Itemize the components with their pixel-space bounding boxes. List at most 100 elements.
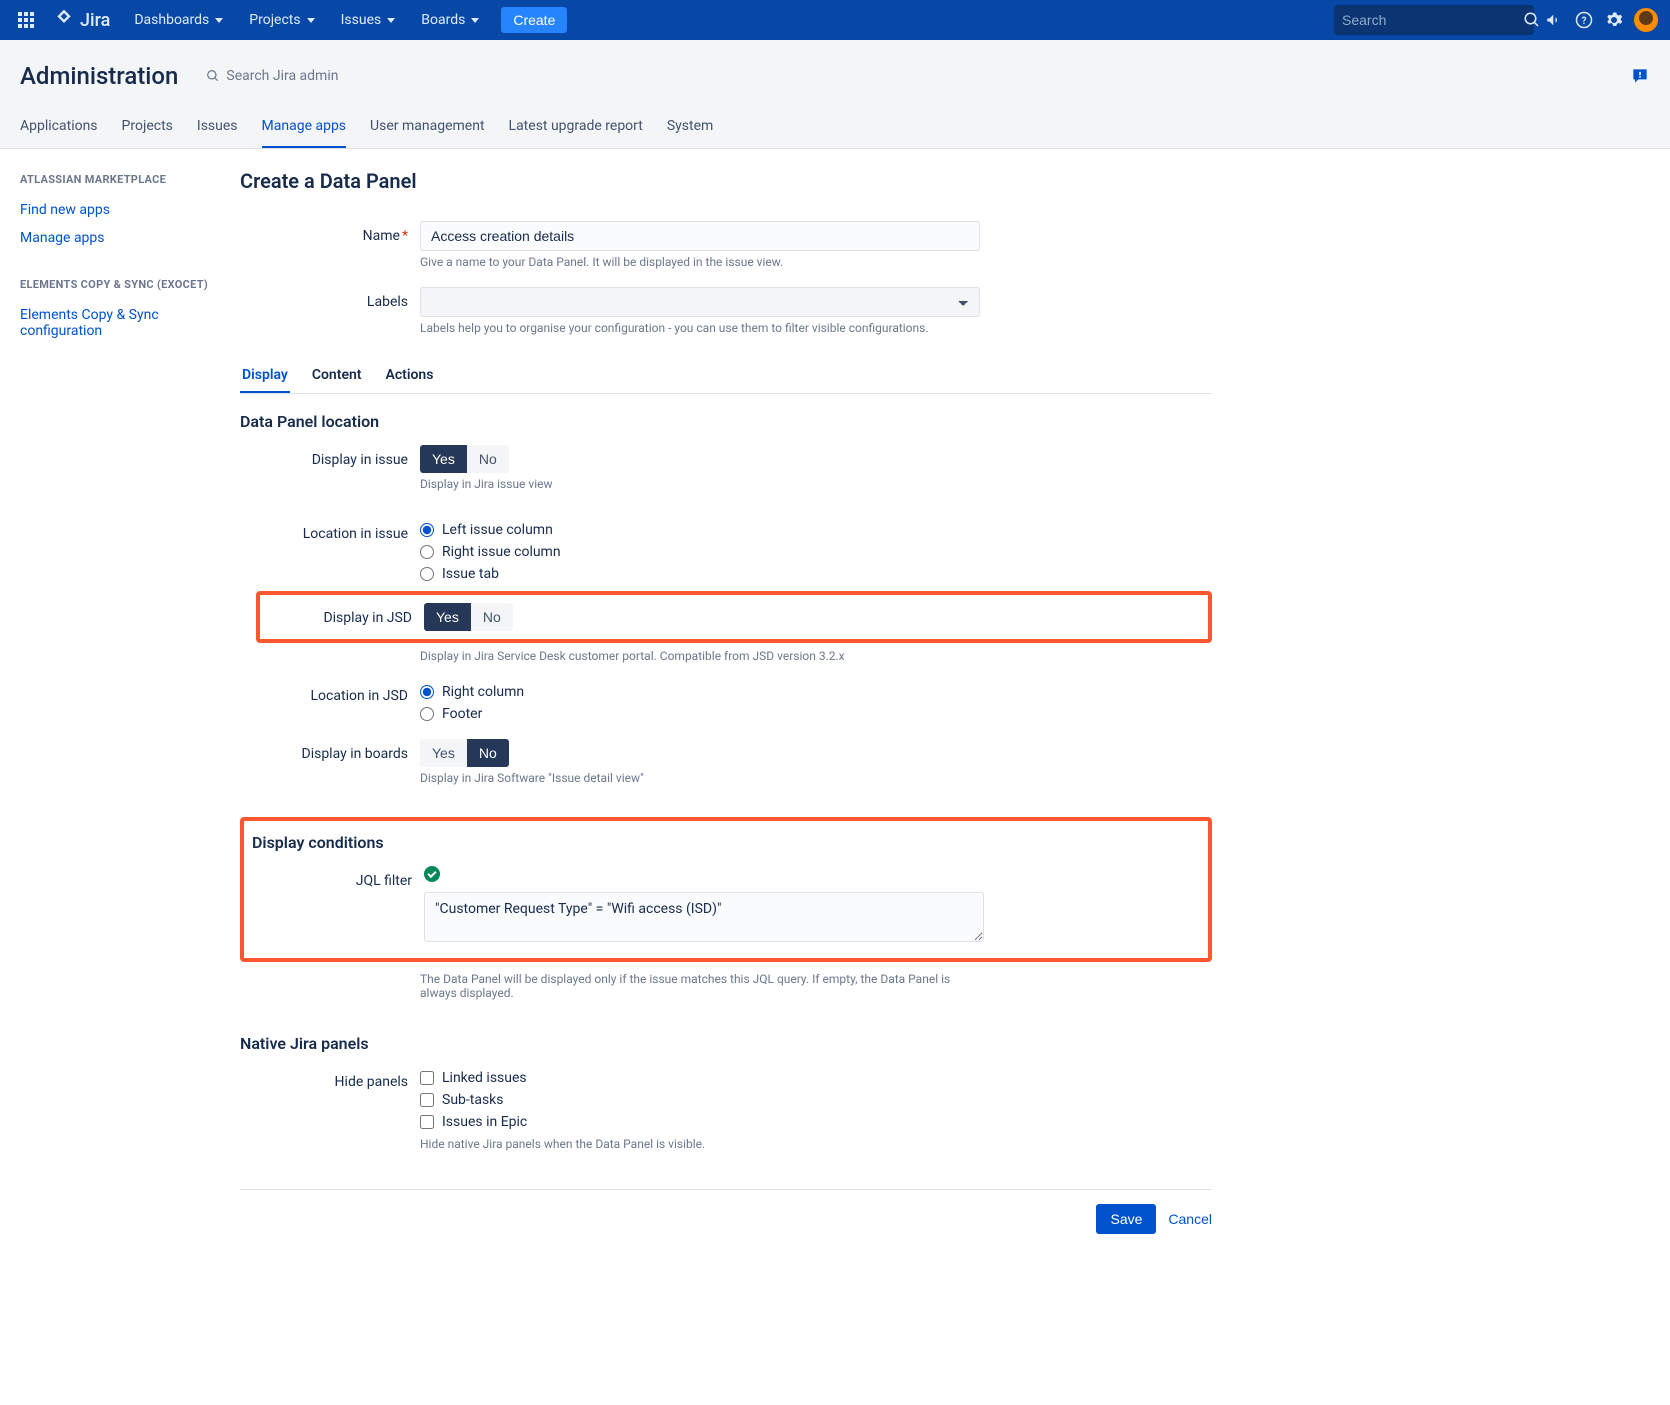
radio-label: Issue tab: [442, 566, 499, 582]
content: Create a Data Panel Name Give a name to …: [240, 149, 1240, 1354]
sidebar: ATLASSIAN MARKETPLACE Find new apps Mana…: [0, 149, 240, 1354]
radio-jsd-right[interactable]: [420, 685, 434, 699]
tab-applications[interactable]: Applications: [20, 118, 98, 148]
location-heading: Data Panel location: [240, 412, 1212, 431]
tab-issues[interactable]: Issues: [197, 118, 238, 148]
check-linked-issues[interactable]: [420, 1071, 434, 1085]
check-label: Linked issues: [442, 1070, 527, 1086]
labels-select[interactable]: [420, 287, 980, 317]
page-title: Create a Data Panel: [240, 169, 1212, 193]
display-in-boards-no[interactable]: No: [467, 739, 509, 767]
display-in-jsd-help: Display in Jira Service Desk customer po…: [420, 649, 980, 663]
display-in-issue-no[interactable]: No: [467, 445, 509, 473]
nav-projects[interactable]: Projects: [239, 0, 324, 40]
radio-jsd-footer[interactable]: [420, 707, 434, 721]
sidebar-heading-exocet: ELEMENTS COPY & SYNC (EXOCET): [20, 278, 220, 291]
name-input[interactable]: [420, 221, 980, 251]
sidebar-item-manage-apps[interactable]: Manage apps: [20, 224, 220, 252]
labels-help: Labels help you to organise your configu…: [420, 321, 980, 335]
admin-title: Administration: [20, 62, 178, 90]
radio-issue-tab[interactable]: [420, 567, 434, 581]
admin-tabs: Applications Projects Issues Manage apps…: [20, 118, 1650, 148]
nav-label: Boards: [421, 12, 465, 28]
user-avatar[interactable]: [1634, 8, 1658, 32]
radio-right-column[interactable]: [420, 545, 434, 559]
sidebar-item-find-apps[interactable]: Find new apps: [20, 196, 220, 224]
display-in-jsd-no[interactable]: No: [471, 603, 513, 631]
radio-left-column[interactable]: [420, 523, 434, 537]
nav-label: Projects: [249, 12, 300, 28]
check-label: Issues in Epic: [442, 1114, 527, 1130]
display-in-boards-yes[interactable]: Yes: [420, 739, 467, 767]
sidebar-heading-marketplace: ATLASSIAN MARKETPLACE: [20, 173, 220, 186]
chevron-down-icon: [387, 18, 395, 23]
search-icon: [1523, 10, 1541, 30]
tab-latest-upgrade[interactable]: Latest upgrade report: [509, 118, 643, 148]
jql-label: JQL filter: [244, 866, 424, 946]
nav-label: Dashboards: [134, 12, 209, 28]
global-search-input[interactable]: [1342, 12, 1523, 28]
display-in-jsd-yes[interactable]: Yes: [424, 603, 471, 631]
feedback-icon[interactable]: [1630, 66, 1650, 86]
nav-issues[interactable]: Issues: [331, 0, 406, 40]
tab-manage-apps[interactable]: Manage apps: [262, 118, 347, 148]
display-in-jsd-label: Display in JSD: [264, 603, 424, 631]
conditions-heading: Display conditions: [252, 833, 1200, 852]
display-in-jsd-toggle: Yes No: [424, 603, 513, 631]
name-help: Give a name to your Data Panel. It will …: [420, 255, 980, 269]
nav-label: Issues: [341, 12, 382, 28]
display-in-boards-label: Display in boards: [240, 739, 420, 799]
hide-panels-help: Hide native Jira panels when the Data Pa…: [420, 1137, 980, 1151]
global-nav: Jira Dashboards Projects Issues Boards C…: [0, 0, 1670, 40]
search-icon: [206, 69, 220, 83]
save-button[interactable]: Save: [1096, 1204, 1156, 1234]
display-in-issue-label: Display in issue: [240, 445, 420, 505]
check-issues-epic[interactable]: [420, 1115, 434, 1129]
display-in-boards-help: Display in Jira Software "Issue detail v…: [420, 771, 980, 785]
hide-panels-label: Hide panels: [240, 1067, 420, 1165]
chevron-down-icon: [307, 18, 315, 23]
form-footer: Save Cancel: [240, 1189, 1212, 1234]
tab-user-management[interactable]: User management: [370, 118, 484, 148]
highlight-conditions: Display conditions JQL filter: [240, 817, 1212, 962]
create-button[interactable]: Create: [501, 7, 567, 33]
cancel-button[interactable]: Cancel: [1168, 1211, 1212, 1227]
svg-text:?: ?: [1582, 16, 1587, 27]
native-heading: Native Jira panels: [240, 1034, 1212, 1053]
sidebar-item-exocet-config[interactable]: Elements Copy & Sync configuration: [20, 301, 220, 345]
check-label: Sub-tasks: [442, 1092, 504, 1108]
settings-icon[interactable]: [1604, 10, 1624, 30]
location-in-jsd-label: Location in JSD: [240, 681, 420, 725]
tab-system[interactable]: System: [667, 118, 713, 148]
radio-label: Footer: [442, 706, 482, 722]
help-icon[interactable]: ?: [1574, 10, 1594, 30]
global-search[interactable]: [1334, 5, 1534, 35]
nav-dashboards[interactable]: Dashboards: [124, 0, 233, 40]
jira-logo[interactable]: Jira: [54, 8, 110, 33]
admin-search[interactable]: Search Jira admin: [206, 68, 338, 84]
check-icon: [424, 866, 440, 882]
jira-logo-text: Jira: [80, 10, 110, 31]
jql-textarea[interactable]: [424, 892, 984, 942]
config-tabs: Display Content Actions: [240, 359, 1212, 394]
display-in-issue-yes[interactable]: Yes: [420, 445, 467, 473]
highlight-jsd: Display in JSD Yes No: [256, 591, 1212, 643]
display-in-issue-help: Display in Jira issue view: [420, 477, 980, 491]
display-in-boards-toggle: Yes No: [420, 739, 509, 767]
config-tab-display[interactable]: Display: [240, 359, 290, 393]
config-tab-content[interactable]: Content: [310, 359, 364, 393]
check-sub-tasks[interactable]: [420, 1093, 434, 1107]
nav-boards[interactable]: Boards: [411, 0, 489, 40]
jql-help: The Data Panel will be displayed only if…: [420, 972, 980, 1000]
config-tab-actions[interactable]: Actions: [384, 359, 436, 393]
megaphone-icon[interactable]: [1544, 10, 1564, 30]
admin-header: Administration Search Jira admin Applica…: [0, 40, 1670, 149]
tab-projects[interactable]: Projects: [122, 118, 173, 148]
display-in-issue-toggle: Yes No: [420, 445, 509, 473]
radio-label: Right column: [442, 684, 524, 700]
admin-search-placeholder: Search Jira admin: [226, 68, 338, 84]
labels-label: Labels: [240, 287, 420, 349]
app-switcher-icon[interactable]: [12, 6, 40, 34]
jira-icon: [54, 8, 74, 33]
chevron-down-icon: [471, 18, 479, 23]
